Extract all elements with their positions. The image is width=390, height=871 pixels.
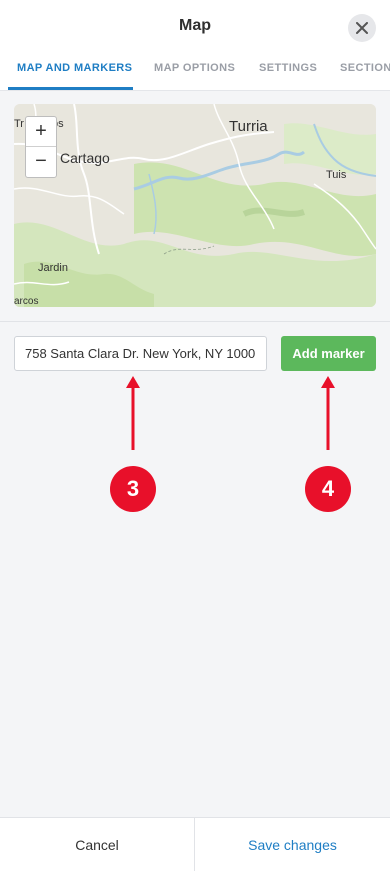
close-button[interactable] bbox=[348, 14, 376, 42]
tab-section[interactable]: SECTION bbox=[340, 62, 390, 74]
annotation-arrow-3 bbox=[126, 376, 140, 450]
cancel-button[interactable]: Cancel bbox=[0, 818, 194, 871]
annotation-arrow-4 bbox=[321, 376, 335, 450]
map-label-cartago: Cartago bbox=[60, 150, 110, 166]
dialog-title: Map bbox=[179, 17, 211, 34]
tab-bar: MAP AND MARKERS MAP OPTIONS SETTINGS SEC… bbox=[0, 56, 390, 91]
map-label-turrialba: Turria bbox=[229, 118, 268, 135]
map-label-tuis: Tuis bbox=[326, 169, 347, 181]
close-icon bbox=[356, 22, 368, 34]
map-label-jardin: Jardin bbox=[38, 262, 68, 274]
zoom-control: + − bbox=[25, 116, 57, 178]
save-changes-button[interactable]: Save changes bbox=[195, 818, 390, 871]
annotation-badge-4: 4 bbox=[305, 466, 351, 512]
annotation-badge-3: 3 bbox=[110, 466, 156, 512]
tab-map-options[interactable]: MAP OPTIONS bbox=[154, 62, 235, 74]
dialog-footer: Cancel Save changes bbox=[0, 817, 390, 871]
dialog-header: Map bbox=[0, 0, 390, 56]
add-marker-button[interactable]: Add marker bbox=[281, 336, 376, 371]
map-label-top-left-a: Tr bbox=[14, 118, 24, 130]
zoom-out-button[interactable]: − bbox=[26, 147, 56, 176]
address-input[interactable] bbox=[14, 336, 267, 371]
active-tab-indicator bbox=[8, 87, 133, 90]
tab-map-and-markers[interactable]: MAP AND MARKERS bbox=[17, 62, 132, 74]
map-view[interactable]: Tr os Cartago Turria Tuis Jardin arcos +… bbox=[14, 104, 376, 307]
section-divider bbox=[0, 321, 390, 322]
zoom-in-button[interactable]: + bbox=[26, 117, 56, 147]
map-label-bottom-left: arcos bbox=[14, 296, 39, 307]
tab-settings[interactable]: SETTINGS bbox=[259, 62, 317, 74]
map-tiles bbox=[14, 104, 376, 307]
